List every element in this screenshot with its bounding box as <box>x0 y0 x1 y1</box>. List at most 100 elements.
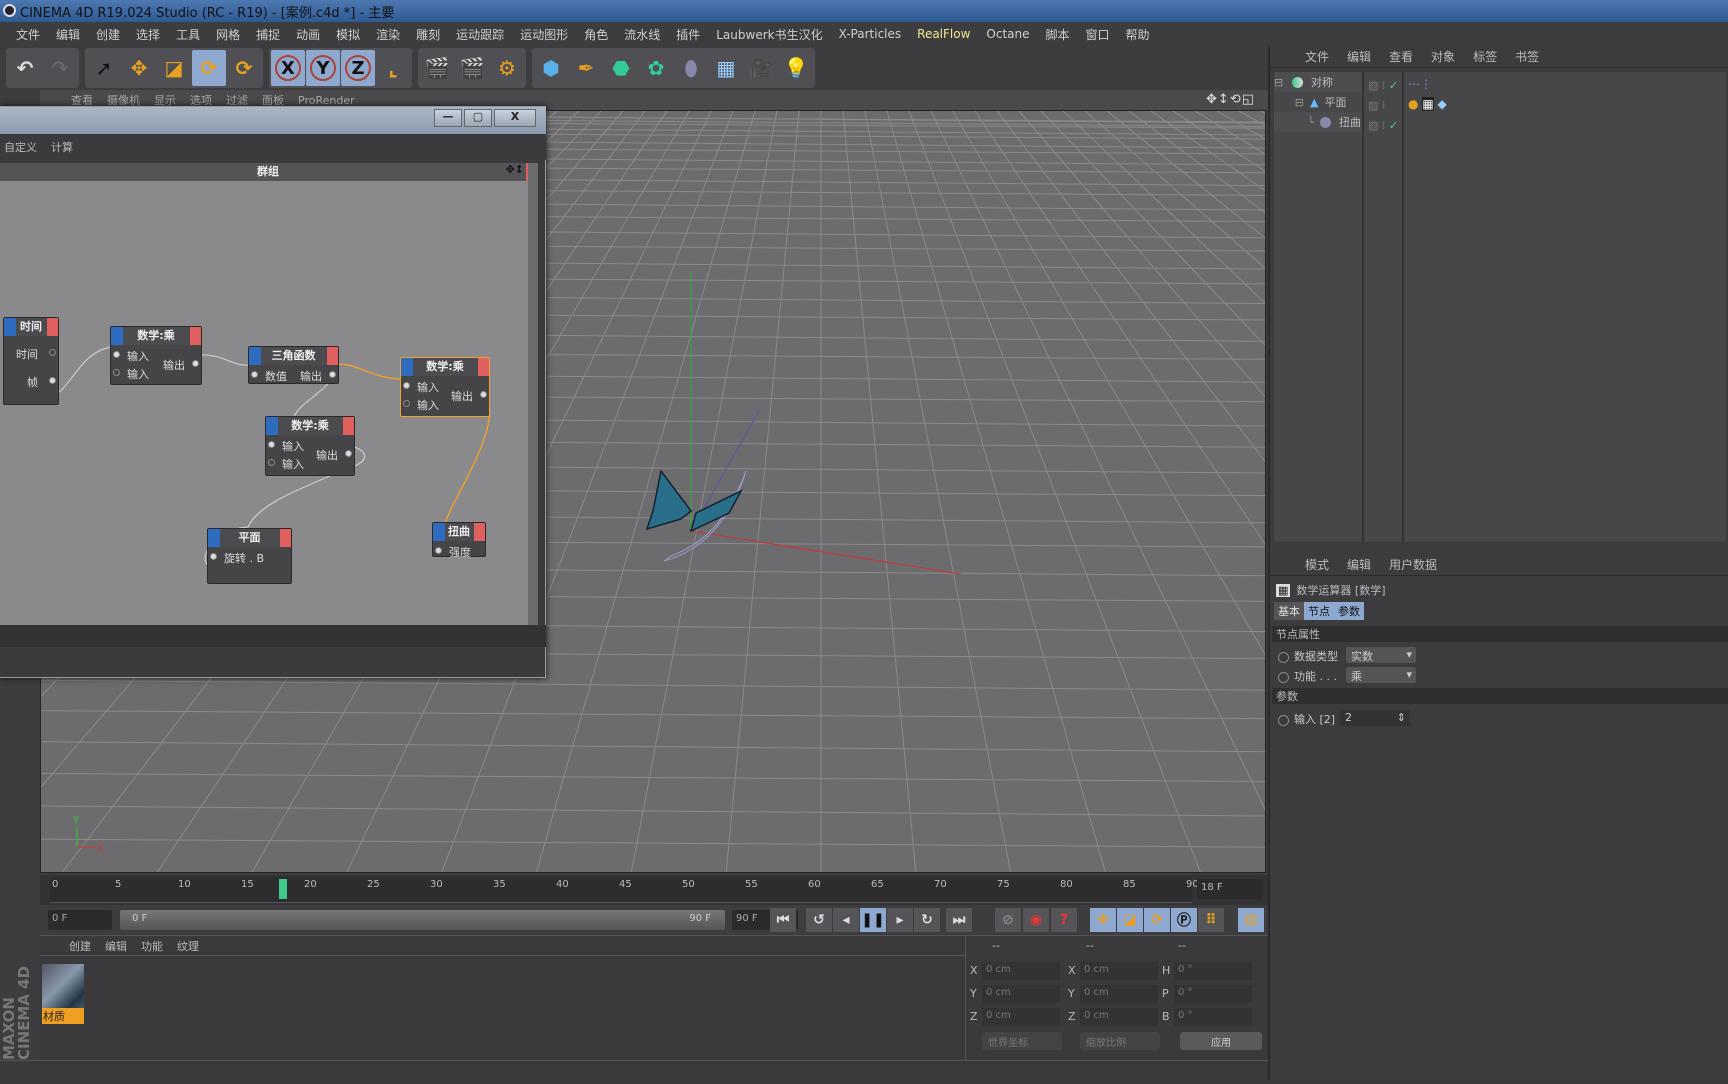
rotate-icon[interactable]: ⟳ <box>192 50 226 86</box>
port-connector[interactable] <box>480 391 487 398</box>
timeline-ruler[interactable]: 0 5 10 15 20 25 30 35 40 45 50 55 60 65 70 75 80 85 90 <box>50 877 1199 903</box>
viewport-menu-item[interactable]: ProRender <box>291 94 362 107</box>
menu-item[interactable]: RealFlow <box>909 27 978 41</box>
menu-item[interactable]: 角色 <box>576 26 616 43</box>
panel-menu-item[interactable]: 书签 <box>1506 48 1548 65</box>
panel-menu-item[interactable]: 创建 <box>62 938 98 954</box>
maximize-button[interactable]: ▢ <box>464 109 492 127</box>
cloner-icon[interactable]: ✿ <box>639 50 673 86</box>
menu-item[interactable]: X-Particles <box>831 27 910 41</box>
goto-end-icon[interactable]: ⏭ <box>946 908 972 932</box>
animate-radio[interactable] <box>1278 671 1289 683</box>
pen-icon[interactable]: ✒ <box>569 50 603 86</box>
menu-item[interactable]: 工具 <box>168 26 208 43</box>
key-scale-icon[interactable]: ◪ <box>1117 908 1143 932</box>
render-picture-viewer-icon[interactable]: 🎬 <box>455 50 489 86</box>
menu-item[interactable]: 模拟 <box>328 26 368 43</box>
material-name[interactable]: 材质 <box>42 1008 84 1024</box>
coordinate-system-icon[interactable]: ⌞ <box>376 50 410 86</box>
key-rotation-icon[interactable]: ⟳ <box>1144 908 1170 932</box>
menu-calculate[interactable]: 计算 <box>51 139 87 155</box>
pause-icon[interactable]: ❚❚ <box>860 908 886 932</box>
coord-value-field[interactable]: 0 ° <box>1174 1008 1252 1026</box>
xpresso-node[interactable]: 时间 时间帧 <box>3 317 59 405</box>
menu-custom[interactable]: 自定义 <box>4 139 51 155</box>
menu-item[interactable]: 雕刻 <box>408 26 448 43</box>
redo-icon[interactable]: ↷ <box>43 50 77 86</box>
panel-menu-item[interactable]: 对象 <box>1422 48 1464 65</box>
xpresso-node[interactable]: 平面 旋转 . B <box>207 528 292 584</box>
current-frame-field[interactable]: 18 F <box>1197 879 1263 899</box>
port-connector[interactable] <box>210 553 217 560</box>
coord-value-field[interactable]: 0 cm <box>982 985 1060 1003</box>
object-list[interactable]: ⊟ 对称 ⊟ ▲ 平面 └ 扭曲 ▨ ⁞ ✓ ▨ ⁞ ▨ ⁞ ✓ ⋯⋮ ● ▦ ◆ <box>1274 72 1726 542</box>
port-connector[interactable] <box>49 349 56 356</box>
node-canvas[interactable]: 时间 时间帧数学:乘 输入 输入 输出 三角函数 数值 输出 数学:乘 输入 输入 输出 数学:乘 输入输… <box>0 181 528 625</box>
panel-menu-item[interactable]: 功能 <box>134 938 170 954</box>
playhead[interactable] <box>278 879 287 899</box>
rotate-last-icon[interactable]: ⟳ <box>227 50 261 86</box>
port-connector[interactable] <box>113 351 120 358</box>
floor-icon[interactable]: ▦ <box>709 50 743 86</box>
z-axis-button[interactable]: Z <box>341 50 375 86</box>
scale-icon[interactable]: ◪ <box>157 50 191 86</box>
menu-item[interactable]: 帮助 <box>1118 26 1158 43</box>
object-row-bend[interactable]: └ 扭曲 <box>1274 112 1362 132</box>
prev-frame-icon[interactable]: ◂ <box>833 908 859 932</box>
coord-mode-dropdown[interactable]: 世界坐标 <box>982 1032 1062 1050</box>
function-dropdown[interactable]: 乘 ▾ <box>1346 667 1416 683</box>
data-type-dropdown[interactable]: 实数 ▾ <box>1346 647 1416 663</box>
menu-item[interactable]: 插件 <box>668 26 708 43</box>
xpresso-node[interactable]: 三角函数 数值 输出 <box>248 346 339 384</box>
input-value-field[interactable]: 2 ⇕ <box>1340 710 1410 726</box>
viewport-nav-icons[interactable]: ✥↕⟲◱ <box>1199 92 1262 107</box>
tab-node[interactable]: 节点 <box>1304 602 1334 620</box>
menu-item[interactable]: Octane <box>978 27 1037 41</box>
port-connector[interactable] <box>192 360 199 367</box>
port-connector[interactable] <box>403 382 410 389</box>
coord-value-field[interactable]: 0 cm <box>1080 1008 1158 1026</box>
object-tags[interactable]: ⋯⋮ ● ▦ ◆ <box>1408 74 1447 114</box>
object-row-symmetry[interactable]: ⊟ 对称 <box>1274 72 1362 92</box>
menu-item[interactable]: 运动图形 <box>512 26 576 43</box>
key-parameter-icon[interactable]: Ⓟ <box>1171 908 1197 932</box>
coord-value-field[interactable]: 0 cm <box>1080 962 1158 980</box>
panel-menu-item[interactable]: 编辑 <box>98 938 134 954</box>
deformer-icon[interactable]: ⬮ <box>674 50 708 86</box>
coord-value-field[interactable]: 0 cm <box>982 1008 1060 1026</box>
port-connector[interactable] <box>329 371 336 378</box>
menu-item[interactable]: 动画 <box>288 26 328 43</box>
y-axis-button[interactable]: Y <box>306 50 340 86</box>
coord-value-field[interactable]: 0 cm <box>982 962 1060 980</box>
timeline-window-icon[interactable]: ▤ <box>1238 908 1264 932</box>
menu-item[interactable]: 网格 <box>208 26 248 43</box>
keyframe-selection-icon[interactable]: ? <box>1051 908 1077 932</box>
menu-item[interactable]: 渲染 <box>368 26 408 43</box>
port-connector[interactable] <box>113 369 120 376</box>
light-icon[interactable]: 💡 <box>779 50 813 86</box>
visibility-toggles[interactable]: ▨ ⁞ ✓ ▨ ⁞ ▨ ⁞ ✓ <box>1368 76 1398 136</box>
xpresso-node[interactable]: 数学:乘 输入 输入 输出 <box>110 326 202 385</box>
render-settings-icon[interactable]: ⚙ <box>490 50 524 86</box>
close-button[interactable]: X <box>494 109 536 127</box>
render-view-icon[interactable]: 🎬 <box>420 50 454 86</box>
port-connector[interactable] <box>251 371 258 378</box>
object-row-plane[interactable]: ⊟ ▲ 平面 <box>1274 92 1362 112</box>
tab-basic[interactable]: 基本 <box>1274 602 1304 620</box>
select-icon[interactable]: ➚ <box>87 50 121 86</box>
menu-item[interactable]: 捕捉 <box>248 26 288 43</box>
key-position-icon[interactable]: ✥ <box>1090 908 1116 932</box>
port-connector[interactable] <box>49 377 56 384</box>
camera-icon[interactable]: 🎥 <box>744 50 778 86</box>
coord-value-field[interactable]: 0 cm <box>1080 985 1158 1003</box>
xpresso-node[interactable]: 数学:乘 输入 输入 输出 <box>265 416 355 476</box>
panel-menu-item[interactable]: 查看 <box>1380 48 1422 65</box>
panel-menu-item[interactable]: 编辑 <box>1338 556 1380 573</box>
subdivision-icon[interactable]: ⬣ <box>604 50 638 86</box>
undo-icon[interactable]: ↶ <box>8 50 42 86</box>
menu-item[interactable]: 文件 <box>8 26 48 43</box>
xpresso-node[interactable]: 扭曲 强度 <box>432 522 486 559</box>
panel-menu-item[interactable]: 标签 <box>1464 48 1506 65</box>
animate-radio[interactable] <box>1278 714 1289 726</box>
scale-mode-dropdown[interactable]: 缩放比例 <box>1080 1032 1160 1050</box>
